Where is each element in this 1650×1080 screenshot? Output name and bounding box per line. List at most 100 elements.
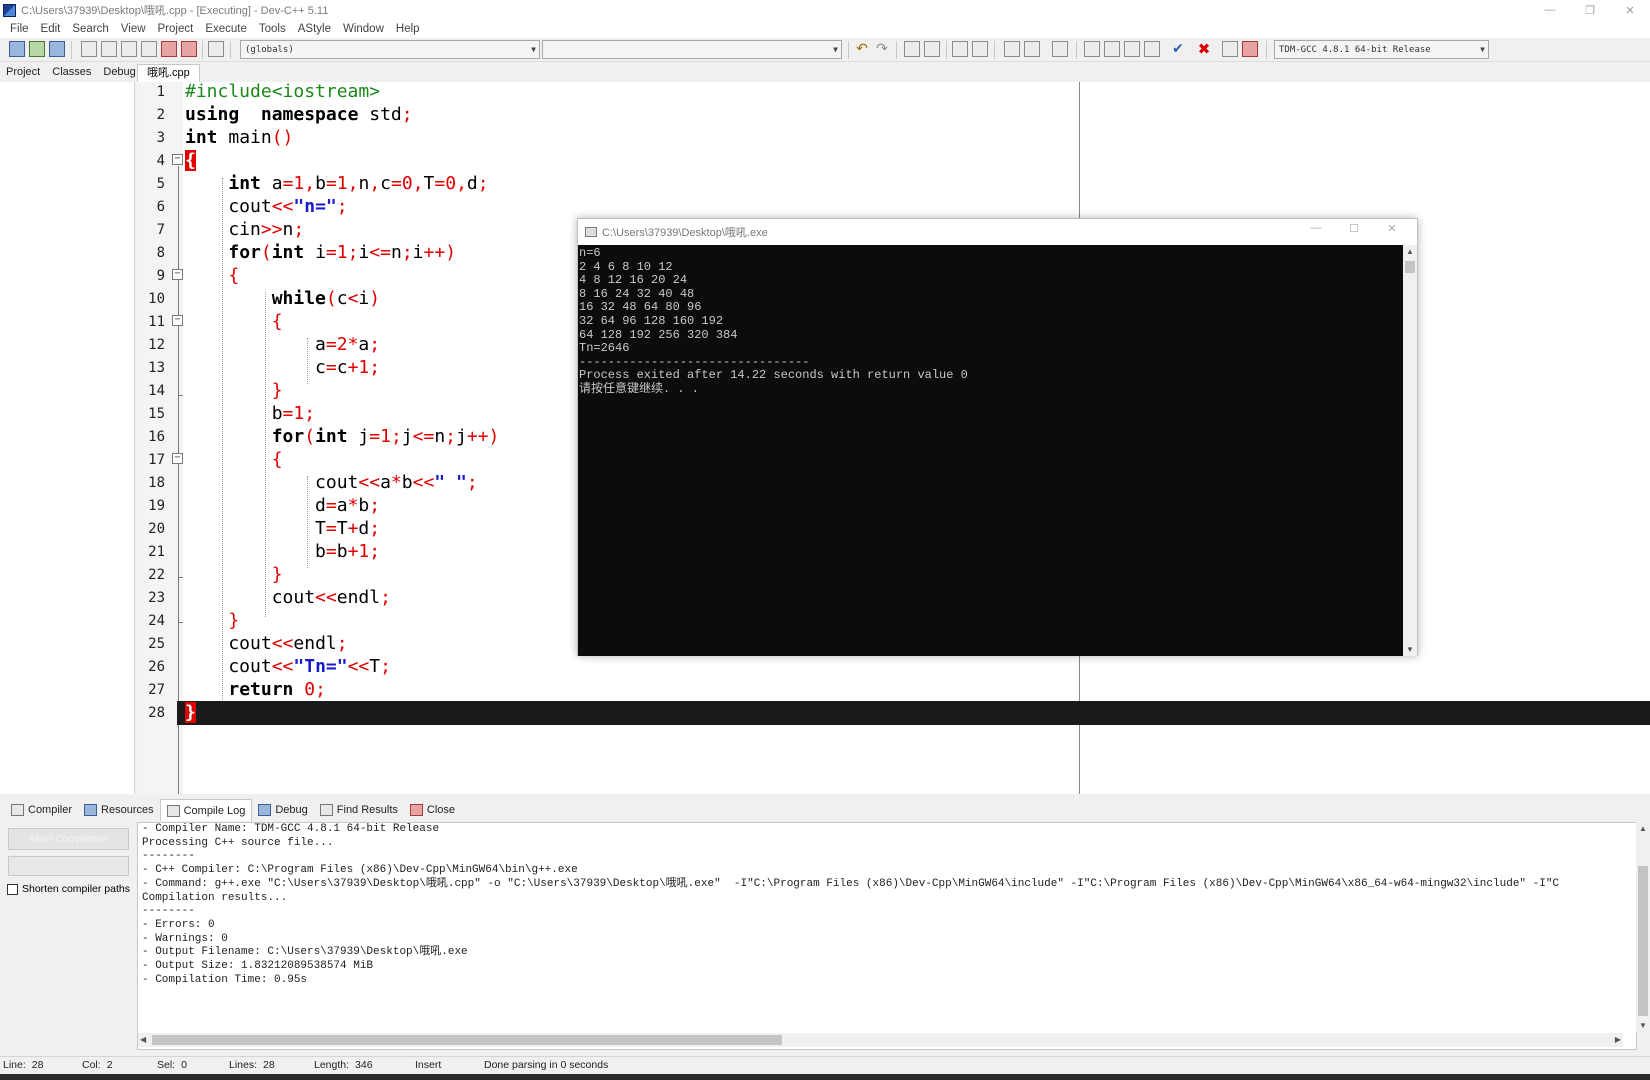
goto-function-icon[interactable] — [972, 41, 988, 57]
chart-icon — [166, 804, 180, 817]
scroll-right-icon[interactable]: ▶ — [1615, 1035, 1621, 1044]
code-line: 1 #include<iostream> — [156, 82, 381, 102]
console-title-bar[interactable]: C:\Users\37939\Desktop\哦吼.exe — ☐ ✕ — [578, 219, 1417, 245]
compile-log[interactable]: - Compiler Name: TDM-GCC 4.8.1 64-bit Re… — [137, 822, 1637, 1050]
log-line: - Compiler Name: TDM-GCC 4.8.1 64-bit Re… — [142, 823, 440, 835]
menu-file[interactable]: File — [4, 23, 35, 35]
close-all-icon[interactable] — [161, 41, 177, 57]
grid-icon[interactable] — [1144, 41, 1160, 57]
status-message: Done parsing in 0 seconds — [484, 1059, 609, 1071]
restore-button[interactable]: ❐ — [1570, 0, 1610, 20]
close-icon — [409, 804, 423, 816]
tab-close[interactable]: Close — [404, 799, 461, 821]
tab-find-results[interactable]: Find Results — [314, 799, 404, 821]
indent-icon[interactable] — [1004, 41, 1020, 57]
window-icon[interactable] — [1104, 41, 1120, 57]
tab-project[interactable]: Project — [0, 66, 46, 78]
code-line: 28} — [148, 702, 196, 723]
status-line: Line: 28 — [3, 1059, 44, 1071]
print-icon[interactable] — [208, 41, 224, 57]
compile-log-options: Abort Compilation Shorten compiler paths — [0, 822, 135, 1050]
new-project-icon[interactable] — [9, 41, 25, 57]
tab-debug-bottom[interactable]: Debug — [252, 799, 313, 821]
new-file-icon[interactable] — [81, 41, 97, 57]
debug-icon[interactable] — [1242, 41, 1258, 57]
scroll-up-icon[interactable]: ▲ — [1639, 824, 1647, 833]
console-minimize-button[interactable]: — — [1297, 222, 1335, 235]
unindent-icon[interactable] — [1024, 41, 1040, 57]
shorten-paths-option[interactable]: Shorten compiler paths — [7, 883, 130, 895]
menu-project[interactable]: Project — [152, 23, 200, 35]
log-vertical-scrollbar[interactable]: ▲ ▼ — [1636, 822, 1650, 1032]
save-icon[interactable] — [49, 41, 65, 57]
scroll-up-icon[interactable]: ▲ — [1403, 247, 1417, 256]
menu-execute[interactable]: Execute — [199, 23, 253, 35]
member-combo[interactable]: ▼ — [542, 40, 842, 59]
console-close-button[interactable]: ✕ — [1373, 222, 1411, 235]
scroll-down-icon[interactable]: ▼ — [1403, 645, 1417, 654]
console-output[interactable]: n=6 2 4 6 8 10 12 4 8 12 16 20 24 8 16 2… — [578, 245, 1404, 656]
tab-resources[interactable]: Resources — [78, 799, 160, 821]
taskbar-strip — [0, 1074, 1650, 1080]
console-line: 32 64 96 128 160 192 — [579, 313, 724, 328]
scope-combo[interactable]: (globals) ▼ — [240, 40, 540, 59]
toggle-bookmark-icon[interactable] — [1052, 41, 1068, 57]
console-line: 16 32 48 64 80 96 — [579, 300, 702, 315]
console-window[interactable]: C:\Users\37939\Desktop\哦吼.exe — ☐ ✕ n=6 … — [577, 218, 1418, 656]
menu-window[interactable]: Window — [337, 23, 390, 35]
close-button[interactable]: ✕ — [1610, 0, 1650, 20]
resources-icon — [84, 804, 98, 816]
replace-icon[interactable] — [924, 41, 940, 57]
scroll-down-icon[interactable]: ▼ — [1639, 1021, 1647, 1030]
tab-file[interactable]: 哦吼.cpp — [137, 64, 200, 82]
close-file-icon[interactable] — [141, 41, 157, 57]
redo-icon[interactable]: ↷ — [874, 41, 890, 57]
code-line: 3 int main() — [156, 127, 294, 148]
console-maximize-button[interactable]: ☐ — [1335, 222, 1373, 235]
console-line: 请按任意键继续. . . — [579, 381, 700, 396]
log-horizontal-scrollbar[interactable]: ◀ ▶ — [138, 1033, 1623, 1047]
minimize-button[interactable]: — — [1530, 0, 1570, 20]
shorten-paths-checkbox[interactable] — [7, 883, 18, 895]
layout-icon[interactable] — [1124, 41, 1140, 57]
log-line: -------- — [142, 905, 195, 918]
devcpp-app-icon — [3, 3, 16, 17]
log-line: Processing C++ source file... — [142, 836, 334, 849]
tab-debug[interactable]: Debug — [97, 66, 141, 78]
code-line: 6 cout<<"n="; — [156, 196, 348, 217]
stop-execution-icon[interactable]: ✖ — [1196, 41, 1212, 57]
menu-help[interactable]: Help — [390, 23, 426, 35]
open-project-icon[interactable] — [29, 41, 45, 57]
remove-icon[interactable] — [181, 41, 197, 57]
status-sel: Sel: 0 — [157, 1059, 187, 1071]
window-title: C:\Users\37939\Desktop\哦吼.cpp - [Executi… — [21, 5, 329, 17]
compile-check-icon[interactable]: ✔ — [1170, 41, 1186, 57]
undo-icon[interactable]: ↶ — [854, 41, 870, 57]
compiler-combo[interactable]: TDM-GCC 4.8.1 64-bit Release ▼ — [1274, 40, 1489, 59]
editor-tabs: 哦吼.cpp — [137, 62, 200, 82]
save-all-icon[interactable] — [121, 41, 137, 57]
scroll-left-icon[interactable]: ◀ — [140, 1035, 146, 1044]
tab-classes[interactable]: Classes — [46, 66, 97, 78]
log-line: - Output Filename: C:\Users\37939\Deskto… — [142, 946, 468, 959]
menu-astyle[interactable]: AStyle — [292, 23, 337, 35]
goto-line-icon[interactable] — [952, 41, 968, 57]
menu-view[interactable]: View — [115, 23, 152, 35]
abort-compilation-button[interactable]: Abort Compilation — [8, 828, 129, 850]
find-icon[interactable] — [904, 41, 920, 57]
console-line: 64 128 192 256 320 384 — [579, 327, 738, 342]
console-scrollbar[interactable]: ▲ ▼ — [1403, 245, 1417, 656]
profile-chart-icon[interactable] — [1222, 41, 1238, 57]
menu-tools[interactable]: Tools — [253, 23, 292, 35]
tile-icon[interactable] — [1084, 41, 1100, 57]
open-file-icon[interactable] — [101, 41, 117, 57]
tab-compile-log[interactable]: Compile Log — [159, 799, 253, 821]
window-controls: — ❐ ✕ — [1530, 0, 1650, 20]
tab-compiler[interactable]: Compiler — [5, 799, 78, 821]
menu-search[interactable]: Search — [66, 23, 114, 35]
menu-edit[interactable]: Edit — [35, 23, 67, 35]
log-line: - Command: g++.exe "C:\Users\37939\Deskt… — [142, 877, 1560, 890]
console-title: C:\Users\37939\Desktop\哦吼.exe — [602, 227, 768, 239]
toolbar: (globals) ▼ ▼ ↶ ↷ ✔ ✖ TDM-GCC 4.8.1 64-b… — [0, 38, 1650, 62]
console-line: -------------------------------- — [579, 354, 810, 369]
